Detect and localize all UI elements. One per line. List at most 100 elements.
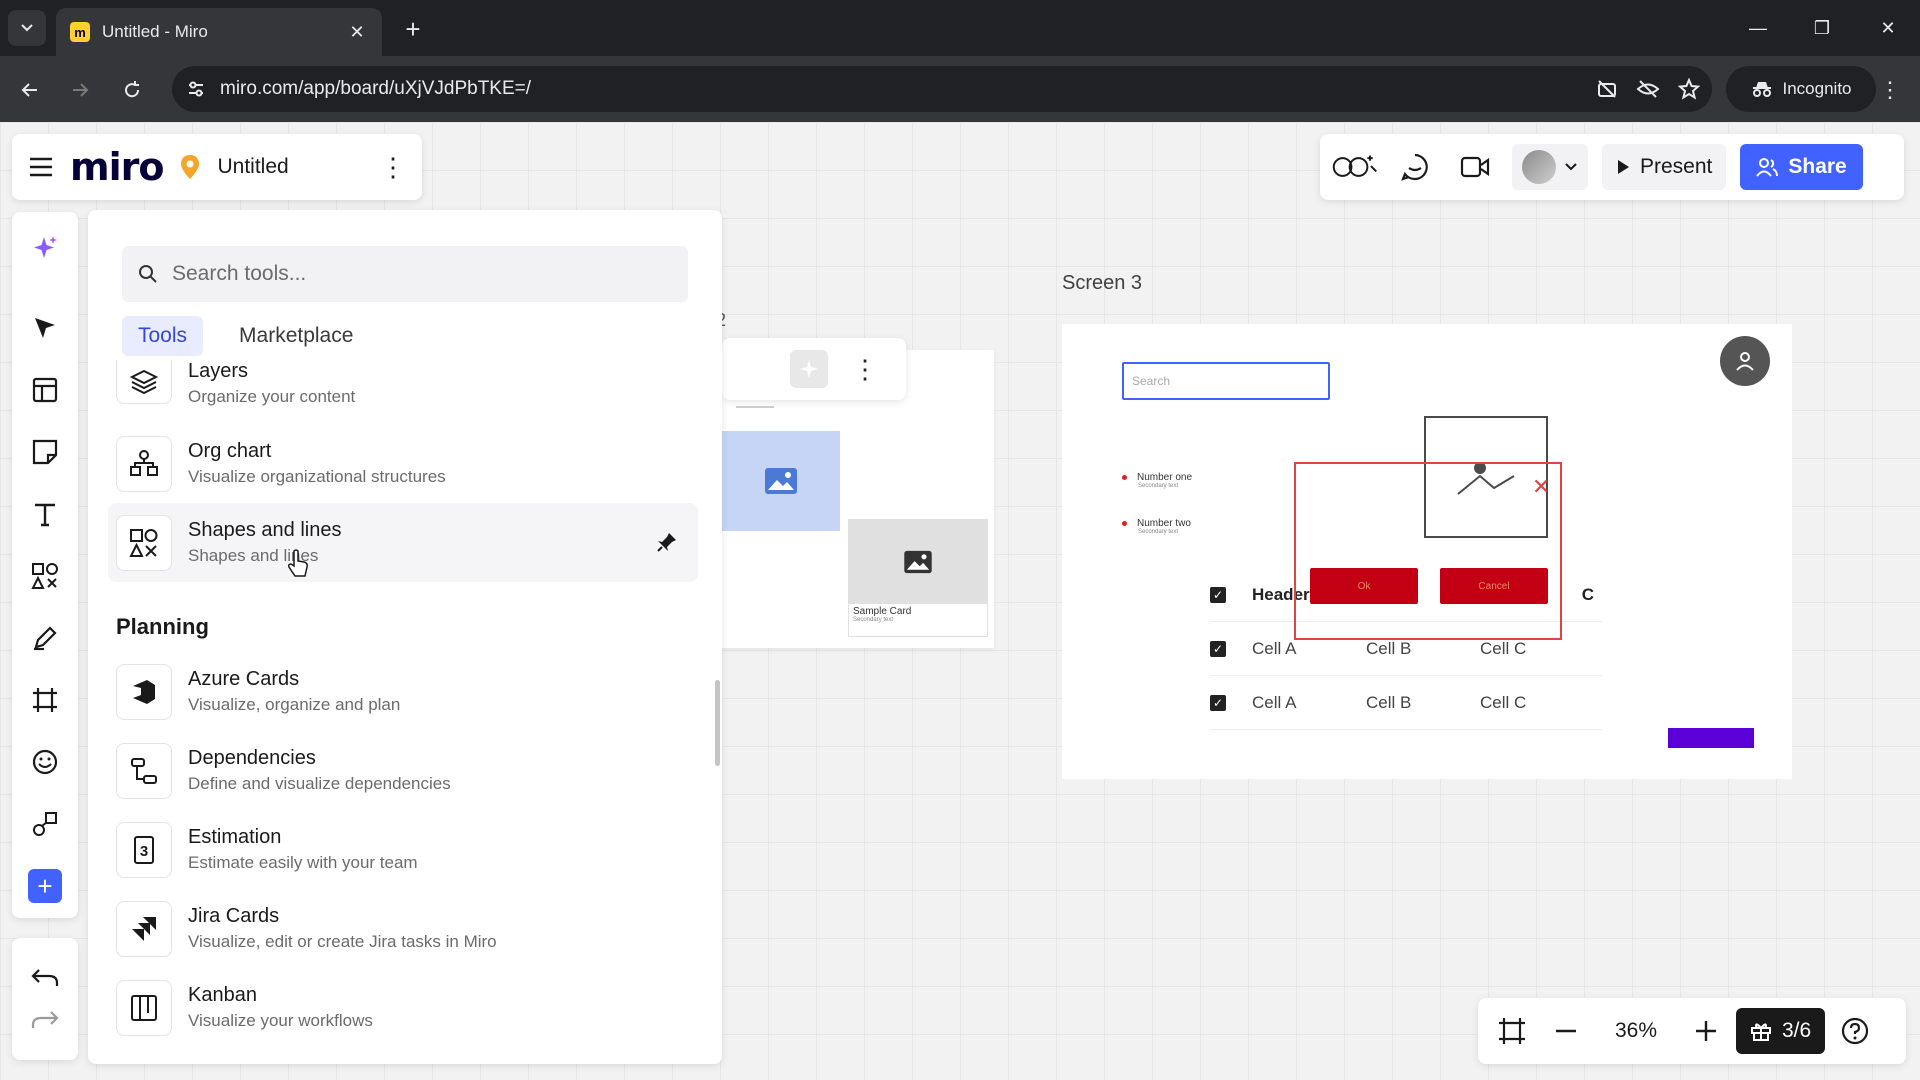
- wireframe-list-item[interactable]: Number two Secondary text: [1122, 518, 1191, 535]
- pin-icon[interactable]: [656, 531, 678, 553]
- incognito-badge[interactable]: Incognito: [1726, 66, 1876, 112]
- table-cell: Cell B: [1366, 692, 1412, 712]
- wireframe-close-icon[interactable]: ✕: [1532, 474, 1550, 500]
- tool-dependencies[interactable]: Dependencies Define and visualize depend…: [108, 731, 698, 810]
- search-placeholder: Search tools...: [172, 262, 307, 285]
- table-cell: Cell A: [1252, 692, 1297, 712]
- new-tab-icon[interactable]: +: [398, 14, 428, 44]
- select-cursor-icon[interactable]: [22, 306, 68, 350]
- tool-name: Dependencies: [188, 747, 316, 769]
- shapes-icon[interactable]: [22, 554, 68, 598]
- tab-title: Untitled - Miro: [102, 22, 208, 41]
- incognito-icon: [1752, 82, 1771, 97]
- back-icon[interactable]: [12, 72, 48, 108]
- tools-panel: Search tools... Tools Marketplace Layers…: [88, 210, 722, 1064]
- more-tools-button[interactable]: +: [22, 864, 68, 908]
- table-cell: Cell B: [1366, 638, 1412, 658]
- tab-tools[interactable]: Tools: [122, 316, 204, 356]
- templates-icon[interactable]: [22, 368, 68, 412]
- zoom-out-icon[interactable]: [1542, 1007, 1590, 1055]
- frame-icon[interactable]: [22, 678, 68, 722]
- tool-name: Layers: [188, 360, 249, 382]
- sample-card-image: [849, 520, 987, 604]
- search-tools-input[interactable]: Search tools...: [122, 246, 688, 302]
- minimize-icon[interactable]: —: [1736, 10, 1780, 46]
- site-settings-icon[interactable]: [172, 79, 220, 99]
- diagram-icon[interactable]: [22, 802, 68, 846]
- checkbox-icon[interactable]: ✓: [1210, 694, 1226, 711]
- tab-close-icon[interactable]: ✕: [346, 21, 368, 43]
- more-options-icon[interactable]: ⋮: [852, 354, 878, 385]
- divider: [736, 406, 774, 408]
- text-icon[interactable]: [22, 492, 68, 536]
- redo-icon[interactable]: [31, 1009, 59, 1031]
- help-icon[interactable]: [1831, 1007, 1879, 1055]
- panel-scrollbar[interactable]: [715, 680, 720, 766]
- zoom-level[interactable]: 36%: [1596, 1019, 1676, 1043]
- pages-button[interactable]: 3/6: [1736, 1008, 1826, 1054]
- eye-off-icon[interactable]: [1636, 78, 1660, 100]
- tool-name: Jira Cards: [188, 905, 280, 927]
- tool-estimation[interactable]: 3 Estimation Estimate easily with your t…: [108, 810, 698, 889]
- layers-icon: [116, 360, 172, 404]
- share-button[interactable]: Share: [1740, 144, 1863, 190]
- hamburger-menu-icon[interactable]: [28, 156, 54, 178]
- tool-org-chart[interactable]: Org chart Visualize organizational struc…: [108, 424, 698, 503]
- ai-sparkle-icon[interactable]: [22, 226, 68, 270]
- url-bar[interactable]: miro.com/app/board/uXjVJdPbTKE=/: [172, 66, 1712, 112]
- undo-icon[interactable]: [31, 967, 59, 989]
- close-window-icon[interactable]: ✕: [1866, 10, 1910, 46]
- sticky-note-icon[interactable]: [22, 430, 68, 474]
- miro-logo[interactable]: miro: [70, 145, 164, 189]
- bookmark-star-icon[interactable]: [1678, 78, 1700, 100]
- video-call-icon[interactable]: [1452, 144, 1498, 190]
- left-toolbar: +: [12, 212, 78, 918]
- jira-icon: [116, 900, 172, 957]
- emoji-sticker-icon[interactable]: [22, 740, 68, 784]
- pen-icon[interactable]: [22, 616, 68, 660]
- search-icon: [139, 265, 157, 283]
- browser-menu-icon[interactable]: ⋮: [1878, 77, 1902, 102]
- mouse-cursor-icon: [286, 549, 310, 579]
- camera-off-icon[interactable]: [1596, 78, 1618, 100]
- tool-kanban[interactable]: Kanban Visualize your workflows: [108, 968, 698, 1047]
- user-menu[interactable]: [1512, 144, 1588, 190]
- wireframe-search-input[interactable]: Search: [1122, 362, 1330, 400]
- browser-tab[interactable]: m Untitled - Miro ✕: [56, 8, 382, 56]
- wireframe-list-item[interactable]: Number one Secondary text: [1122, 472, 1192, 489]
- estimation-icon: 3: [116, 821, 172, 878]
- zoom-in-icon[interactable]: [1682, 1007, 1730, 1055]
- panel-tabs: Tools Marketplace: [122, 316, 369, 356]
- sample-card[interactable]: Sample Card Secondary text: [848, 519, 988, 637]
- restore-icon[interactable]: ❐: [1800, 10, 1844, 46]
- tab-search-button[interactable]: [8, 10, 46, 46]
- ai-sparkle-icon[interactable]: [790, 350, 828, 388]
- checkbox-icon[interactable]: ✓: [1210, 586, 1226, 603]
- forward-icon[interactable]: [62, 72, 98, 108]
- tool-azure-cards[interactable]: Azure Cards Visualize, organize and plan: [108, 652, 698, 731]
- wireframe-modal-outline[interactable]: [1294, 462, 1562, 640]
- incognito-label: Incognito: [1782, 79, 1852, 98]
- board-options-icon[interactable]: ⋮: [380, 152, 406, 183]
- reload-icon[interactable]: [114, 72, 150, 108]
- checkbox-icon[interactable]: ✓: [1210, 640, 1226, 657]
- image-placeholder[interactable]: [722, 431, 840, 531]
- tool-shapes-and-lines[interactable]: Shapes and lines Shapes and lines: [108, 503, 698, 582]
- plus-icon: +: [28, 869, 62, 903]
- play-icon: [1618, 160, 1629, 174]
- reactions-icon[interactable]: [1332, 144, 1378, 190]
- frame-label[interactable]: Screen 3: [1062, 272, 1142, 295]
- tool-layers[interactable]: Layers Organize your content: [108, 360, 698, 424]
- tab-marketplace[interactable]: Marketplace: [223, 316, 369, 356]
- azure-icon: [116, 663, 172, 720]
- chat-icon[interactable]: [1392, 144, 1438, 190]
- wireframe-dropdown[interactable]: [1668, 728, 1754, 748]
- fit-to-screen-icon[interactable]: [1488, 1007, 1536, 1055]
- present-button[interactable]: Present: [1602, 144, 1727, 190]
- browser-addressbar: miro.com/app/board/uXjVJdPbTKE=/ Incogni…: [0, 56, 1920, 122]
- browser-tabbar: m Untitled - Miro ✕ + — ❐ ✕: [0, 0, 1920, 56]
- board-title[interactable]: Untitled: [217, 155, 288, 179]
- wireframe-avatar-icon[interactable]: [1720, 336, 1770, 386]
- table-row[interactable]: ✓ Cell A Cell B Cell C: [1210, 676, 1602, 730]
- tool-jira-cards[interactable]: Jira Cards Visualize, edit or create Jir…: [108, 889, 698, 968]
